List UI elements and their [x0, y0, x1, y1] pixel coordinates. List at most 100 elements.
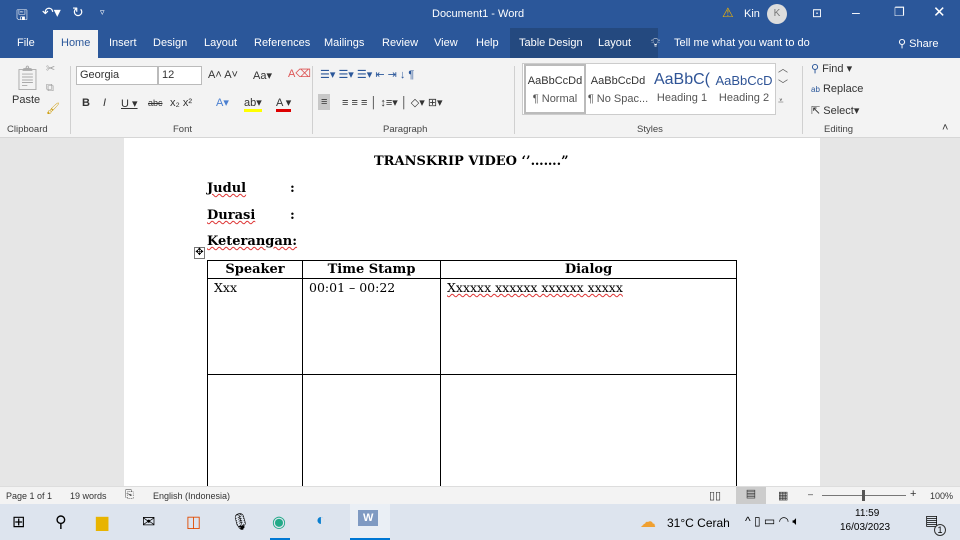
warning-icon[interactable]: ⚠ — [722, 5, 734, 21]
text-effects-icon[interactable]: A▾ — [216, 96, 229, 109]
underline-button[interactable]: U ▾ — [121, 97, 138, 110]
document-page[interactable]: TRANSKRIP VIDEO ‘’…….” Judul : Durasi : … — [124, 138, 820, 495]
cell-speaker[interactable]: Xxx — [207, 278, 303, 375]
style-preview: AaBbC( — [653, 71, 711, 88]
tab-table-layout[interactable]: Layout — [598, 37, 631, 49]
style-name: ¶ Normal — [532, 93, 578, 105]
tab-design[interactable]: Design — [153, 37, 187, 49]
redo-icon[interactable]: ↻ — [72, 4, 84, 21]
windows-start-icon[interactable]: ⊞ — [12, 512, 25, 532]
cell-time-stamp[interactable]: 00:01 – 00:22 — [302, 278, 441, 375]
subscript-button[interactable]: x₂ x² — [170, 97, 192, 109]
ribbon-display-icon[interactable]: ⊡ — [812, 6, 822, 20]
cell-dialog[interactable] — [440, 374, 737, 495]
bold-button[interactable]: B — [82, 97, 90, 109]
style-normal[interactable]: AaBbCcDd ¶ Normal — [524, 64, 586, 114]
replace-button[interactable]: ab Replace — [811, 83, 863, 95]
collapse-ribbon-icon[interactable]: ˄ — [942, 122, 948, 134]
print-layout-icon[interactable]: ▤ — [736, 487, 766, 504]
customize-toolbar-icon[interactable]: ▿ — [100, 7, 105, 18]
avatar[interactable]: K — [767, 4, 787, 24]
style-heading-2[interactable]: AaBbCcD Heading 2 — [713, 64, 775, 114]
cell-dialog[interactable]: Xxxxxx xxxxxx xxxxxx xxxxx — [440, 278, 737, 375]
tab-insert[interactable]: Insert — [109, 37, 137, 49]
close-icon[interactable]: ✕ — [933, 3, 946, 21]
font-color-icon[interactable]: A ▾ — [276, 96, 292, 112]
zoom-out-button[interactable]: – — [808, 489, 813, 499]
proofing-icon[interactable]: ⎘ — [125, 489, 134, 502]
zoom-level[interactable]: 100% — [930, 491, 953, 501]
format-painter-icon[interactable]: 🖌︎ — [46, 102, 60, 115]
strikethrough-button[interactable]: abc — [148, 98, 163, 108]
office-icon[interactable]: ◫ — [186, 512, 201, 532]
file-explorer-icon[interactable]: ▆ — [96, 512, 108, 532]
page-count[interactable]: Page 1 of 1 — [6, 491, 52, 501]
style-preview: AaBbCcDd — [527, 75, 583, 87]
share-button[interactable]: ⚲ Share — [898, 37, 938, 50]
tab-mailings[interactable]: Mailings — [324, 37, 364, 49]
clock-date[interactable]: 16/03/2023 — [840, 522, 890, 533]
field-durasi: Durasi — [207, 208, 256, 223]
italic-button[interactable]: I — [103, 97, 106, 109]
copy-icon[interactable]: ⧉ — [46, 82, 54, 95]
tab-layout[interactable]: Layout — [204, 37, 237, 49]
highlight-icon[interactable]: ab▾ — [244, 96, 262, 112]
style-heading-1[interactable]: AaBbC( Heading 1 — [651, 64, 713, 114]
tab-references[interactable]: References — [254, 37, 310, 49]
tray-icons[interactable]: ^ ▯ ▭ ◠ 🔈︎ — [745, 514, 800, 529]
font-family-select[interactable]: Georgia — [76, 66, 158, 85]
style-name: Heading 1 — [656, 92, 708, 104]
align-icons[interactable]: ≡ ≡ ≡ │ ↕≡▾ │ ◇▾ ⊞▾ — [342, 96, 443, 109]
chrome-icon[interactable]: ◉ — [272, 512, 286, 532]
tab-home[interactable]: Home — [53, 30, 99, 58]
edge-icon[interactable]: ◐ — [316, 512, 326, 530]
user-name[interactable]: Kin — [744, 8, 760, 20]
minimize-icon[interactable]: – — [852, 4, 860, 20]
font-group-label: Font — [173, 124, 193, 135]
cut-icon[interactable]: ✂ — [46, 62, 55, 75]
tab-table-design[interactable]: Table Design — [519, 37, 583, 49]
tell-me-search[interactable]: Tell me what you want to do — [674, 37, 810, 49]
clear-formatting-icon[interactable]: A⌫ — [288, 67, 311, 80]
paste-button[interactable]: Paste — [12, 94, 40, 106]
field-separator: : — [290, 208, 295, 223]
font-size-select[interactable]: 12 — [158, 66, 202, 85]
mail-icon[interactable]: ✉ — [142, 512, 155, 532]
bullets-icon[interactable]: ☰▾ ☰▾ ☰▾ ⇤ ⇥ ↓ ¶ — [320, 68, 414, 81]
weather-icon[interactable]: ☁ — [640, 512, 656, 532]
align-left-icon[interactable]: ≡ — [318, 94, 331, 110]
tab-view[interactable]: View — [434, 37, 458, 49]
web-layout-icon[interactable]: ▦ — [778, 489, 788, 502]
cell-speaker[interactable] — [207, 374, 303, 495]
find-button[interactable]: ⚲ Find ▾ — [811, 62, 852, 75]
table-move-handle-icon[interactable]: ✥ — [194, 247, 205, 259]
save-icon[interactable]: 🖫 — [16, 5, 28, 29]
grow-font-icon[interactable]: A˄ A˅ — [208, 69, 238, 81]
weather-text[interactable]: 31°C Cerah — [667, 516, 730, 530]
style-no-spacing[interactable]: AaBbCcDd ¶ No Spac... — [587, 64, 649, 114]
undo-icon[interactable]: ↶▾ — [42, 4, 61, 21]
document-title-text: TRANSKRIP VIDEO ‘’…….” — [374, 154, 569, 169]
language[interactable]: English (Indonesia) — [153, 491, 230, 501]
restore-icon[interactable]: ❐ — [894, 5, 905, 19]
microphone-icon[interactable]: 🎙︎ — [230, 512, 250, 532]
tab-help[interactable]: Help — [476, 37, 499, 49]
replace-label: Replace — [822, 83, 864, 95]
tab-file[interactable]: File — [17, 37, 35, 49]
search-icon: ⚲ — [811, 63, 820, 75]
word-count[interactable]: 19 words — [70, 491, 107, 501]
clock-time[interactable]: 11:59 — [855, 508, 879, 519]
select-button[interactable]: ⇱ Select▾ — [811, 104, 859, 117]
header-speaker: Speaker — [207, 260, 303, 279]
search-icon[interactable]: ⚲ — [55, 512, 67, 532]
zoom-slider-thumb[interactable] — [862, 490, 865, 501]
zoom-in-button[interactable]: + — [910, 488, 916, 500]
document-title: Document1 - Word — [432, 8, 525, 20]
read-mode-icon[interactable]: ▯▯ — [709, 489, 721, 502]
change-case-icon[interactable]: Aa▾ — [253, 69, 272, 82]
tab-review[interactable]: Review — [382, 37, 418, 49]
cell-time-stamp[interactable] — [302, 374, 441, 495]
paste-icon[interactable]: 📋︎ — [12, 64, 42, 93]
editing-group-label: Editing — [824, 124, 854, 135]
styles-scroll[interactable]: ︿ ﹀ ⩡ — [778, 62, 788, 110]
